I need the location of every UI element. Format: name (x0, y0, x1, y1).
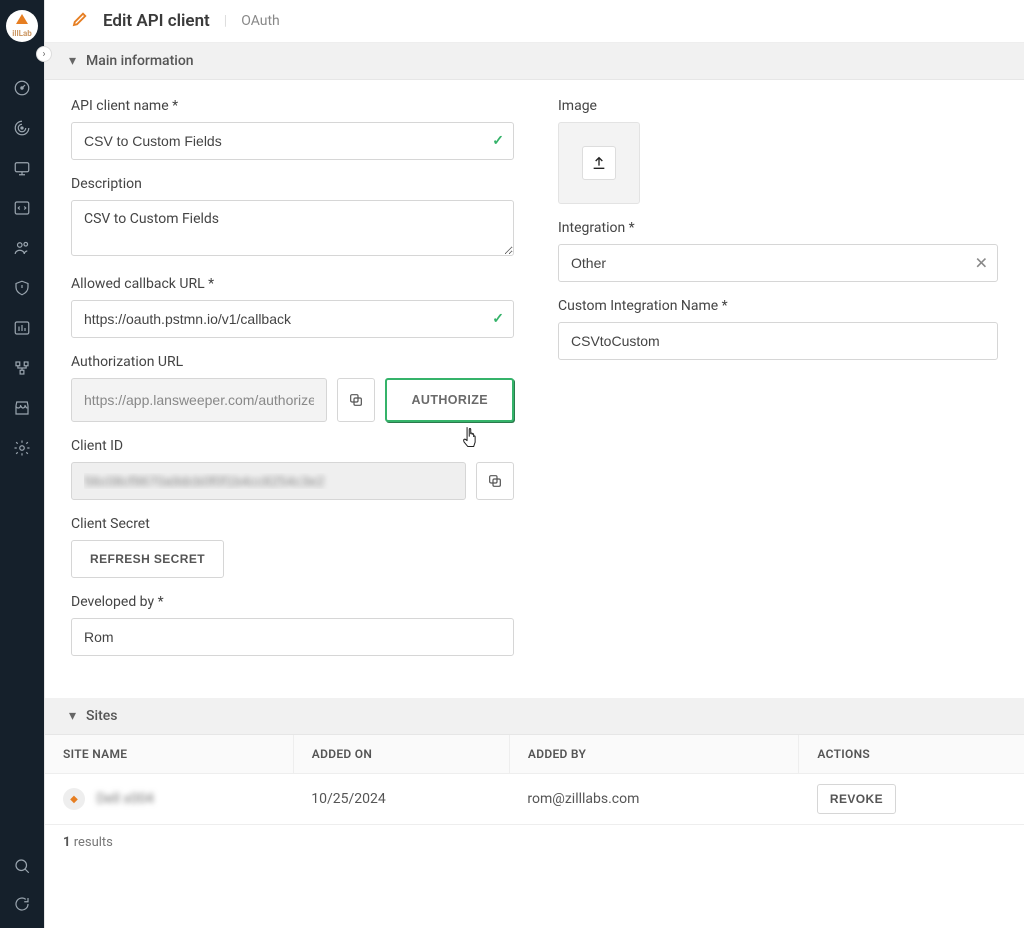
integration-select[interactable] (558, 244, 998, 282)
page-title: Edit API client (103, 11, 210, 31)
chevron-down-icon: ▾ (69, 53, 76, 69)
refresh-secret-button[interactable]: REFRESH SECRET (71, 540, 224, 578)
copy-auth-url-button[interactable] (337, 378, 375, 422)
auth-url-input (71, 378, 327, 422)
sites-table: SITE NAME ADDED ON ADDED BY ACTIONS ◆ De… (45, 735, 1024, 825)
table-row: ◆ Dell x004 10/25/2024 rom@zilllabs.com … (45, 774, 1024, 825)
section-main-info[interactable]: ▾ Main information (45, 43, 1024, 80)
chart-icon[interactable] (12, 318, 32, 338)
copy-client-id-button[interactable] (476, 462, 514, 500)
site-logo-icon: ◆ (63, 788, 85, 810)
refresh-icon[interactable] (12, 894, 32, 914)
main-content: Edit API client | OAuth ▾ Main informati… (44, 0, 1024, 928)
store-icon[interactable] (12, 398, 32, 418)
label-callback: Allowed callback URL * (71, 276, 514, 292)
label-image: Image (558, 98, 998, 114)
sidebar-expand-handle[interactable]: › (36, 46, 52, 62)
label-integration: Integration * (558, 220, 998, 236)
label-api-client-name: API client name * (71, 98, 514, 114)
users-icon[interactable] (12, 238, 32, 258)
label-custom-integration: Custom Integration Name * (558, 298, 998, 314)
page-header: Edit API client | OAuth (45, 0, 1024, 43)
tab-oauth[interactable]: OAuth (241, 13, 280, 29)
dashboard-icon[interactable] (12, 78, 32, 98)
col-site-name[interactable]: SITE NAME (45, 735, 293, 774)
results-count: 1 results (45, 825, 1024, 860)
added-on-value: 10/25/2024 (293, 774, 509, 825)
monitor-icon[interactable] (12, 158, 32, 178)
search-icon[interactable] (12, 856, 32, 876)
site-name-value: Dell x004 (96, 791, 153, 807)
code-icon[interactable] (12, 198, 32, 218)
clear-icon[interactable]: ✕ (975, 254, 988, 273)
description-input[interactable]: CSV to Custom Fields (71, 200, 514, 256)
col-added-by[interactable]: ADDED BY (509, 735, 798, 774)
col-actions: ACTIONS (799, 735, 1024, 774)
label-description: Description (71, 176, 514, 192)
check-icon: ✓ (492, 311, 504, 327)
custom-integration-input[interactable] (558, 322, 998, 360)
app-logo[interactable]: illLab (6, 10, 38, 42)
label-client-id: Client ID (71, 438, 514, 454)
revoke-button[interactable]: REVOKE (817, 784, 896, 814)
gear-icon[interactable] (12, 438, 32, 458)
label-auth-url: Authorization URL (71, 354, 514, 370)
chevron-down-icon: ▾ (69, 708, 76, 724)
shield-icon[interactable] (12, 278, 32, 298)
image-upload[interactable] (558, 122, 640, 204)
edit-icon (71, 10, 89, 32)
api-client-name-input[interactable] (71, 122, 514, 160)
client-id-input (71, 462, 466, 500)
col-added-on[interactable]: ADDED ON (293, 735, 509, 774)
check-icon: ✓ (492, 133, 504, 149)
sidebar: illLab › (0, 0, 44, 928)
upload-icon (582, 146, 616, 180)
added-by-value: rom@zilllabs.com (509, 774, 798, 825)
authorize-button[interactable]: AUTHORIZE (385, 378, 514, 422)
diagram-icon[interactable] (12, 358, 32, 378)
label-developed-by: Developed by * (71, 594, 514, 610)
developed-by-input[interactable] (71, 618, 514, 656)
target-icon[interactable] (12, 118, 32, 138)
section-sites[interactable]: ▾ Sites (45, 698, 1024, 735)
label-client-secret: Client Secret (71, 516, 514, 532)
callback-url-input[interactable] (71, 300, 514, 338)
